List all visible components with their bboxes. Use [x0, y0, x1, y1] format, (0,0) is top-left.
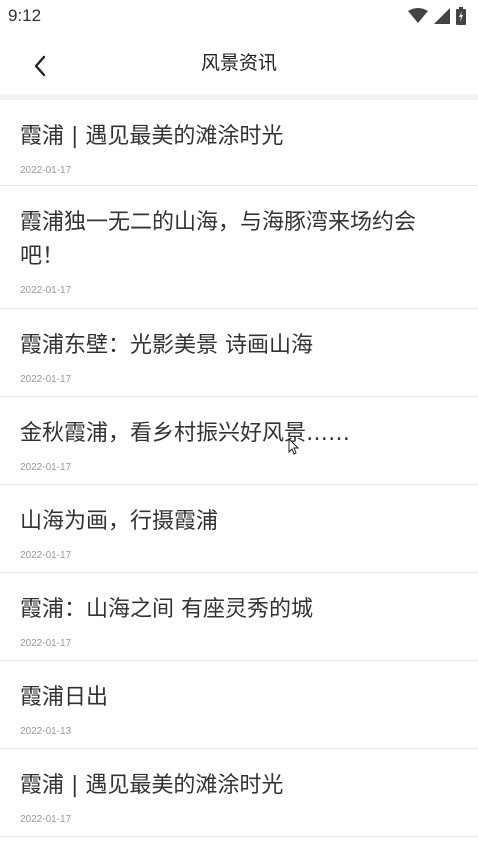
battery-icon [456, 7, 466, 25]
news-item[interactable]: 霞浦：山海之间 有座灵秀的城 2022-01-17 [0, 573, 478, 661]
mouse-cursor-icon [288, 437, 300, 460]
status-time: 9:12 [8, 6, 42, 25]
status-icons [408, 7, 466, 25]
news-title: 霞浦日出 [20, 685, 109, 710]
news-item[interactable]: 霞浦 | 遇见最美的滩涂时光 2022-01-17 [0, 100, 478, 186]
news-date: 2022-01-17 [20, 638, 72, 649]
status-bar: 9:12 [0, 0, 478, 32]
page-title: 风景资讯 [200, 52, 277, 74]
wifi-icon [408, 8, 428, 24]
title-bar: 风景资讯 [0, 32, 478, 94]
news-title: 霞浦独一无二的山海，与海豚湾来场约会吧！ [20, 210, 417, 269]
news-date: 2022-01-17 [20, 550, 72, 561]
news-date: 2022-01-17 [20, 285, 72, 296]
news-title: 霞浦：山海之间 有座灵秀的城 [20, 597, 313, 622]
news-date: 2022-01-13 [20, 726, 72, 737]
news-item[interactable]: 霞浦日出 2022-01-13 [0, 661, 478, 749]
news-item[interactable]: 霞浦东壁：光影美景 诗画山海 2022-01-17 [0, 309, 478, 397]
news-title: 金秋霞浦，看乡村振兴好风景…… [20, 421, 351, 446]
news-item[interactable]: 山海为画，行摄霞浦 2022-01-17 [0, 485, 478, 573]
news-date: 2022-01-17 [20, 462, 72, 473]
news-item[interactable]: 霞浦 | 遇见最美的滩涂时光 2022-01-17 [0, 749, 478, 837]
news-title: 霞浦 | 遇见最美的滩涂时光 [20, 773, 284, 798]
news-date: 2022-01-17 [20, 165, 72, 176]
news-date: 2022-01-17 [20, 374, 72, 385]
news-date: 2022-01-17 [20, 814, 72, 825]
news-title: 山海为画，行摄霞浦 [20, 509, 219, 534]
news-title: 霞浦 | 遇见最美的滩涂时光 [20, 124, 284, 149]
cellular-signal-icon [434, 8, 450, 24]
news-item[interactable]: 金秋霞浦，看乡村振兴好风景…… 2022-01-17 [0, 397, 478, 485]
news-item[interactable]: 霞浦独一无二的山海，与海豚湾来场约会吧！ 2022-01-17 [0, 186, 478, 309]
news-title: 霞浦东壁：光影美景 诗画山海 [20, 333, 313, 358]
news-list: 霞浦 | 遇见最美的滩涂时光 2022-01-17 霞浦独一无二的山海，与海豚湾… [0, 100, 478, 837]
